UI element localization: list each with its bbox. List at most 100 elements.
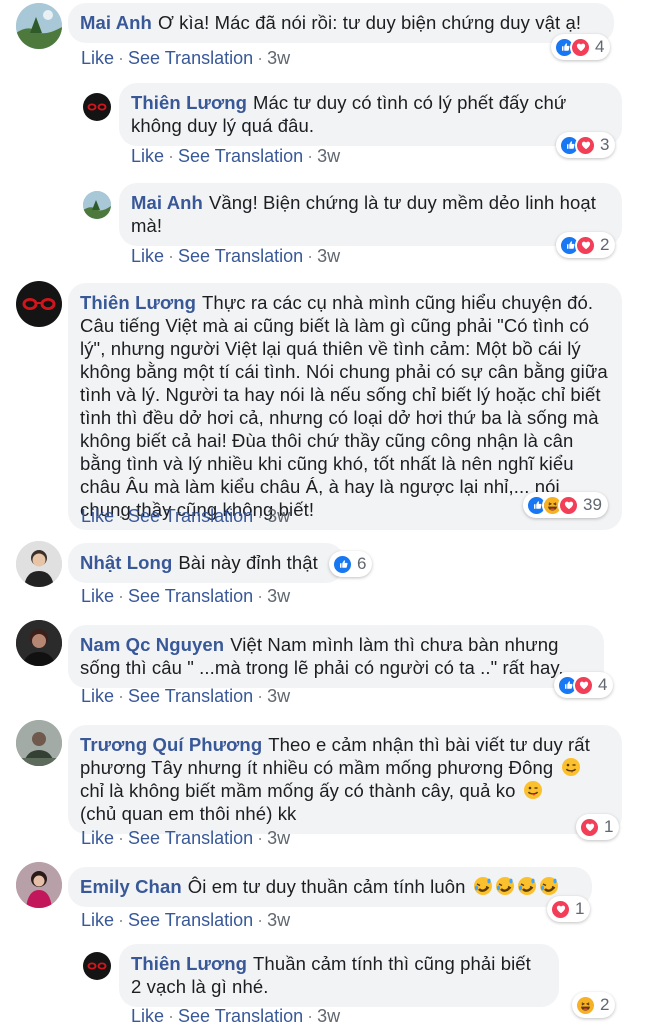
comment-text: Ơ kìa! Mác đã nói rồi: tư duy biện chứng… <box>157 12 582 33</box>
reaction-count: 1 <box>575 899 585 918</box>
like-button[interactable]: Like <box>81 828 114 848</box>
comment-author[interactable]: Thiên Lương <box>131 953 247 974</box>
comment-actions: Like · See Translation · 3w <box>81 828 291 848</box>
avatar[interactable] <box>16 3 62 49</box>
timestamp[interactable]: 3w <box>267 910 290 930</box>
comment-actions: Like · See Translation · 3w <box>81 586 291 606</box>
comment-bubble: Mai Anh Ơ kìa! Mác đã nói rồi: tư duy biệ… <box>68 3 614 43</box>
reaction-count: 4 <box>595 37 605 56</box>
avatar[interactable] <box>83 952 111 980</box>
rolling-on-floor-laughing-emoji-icon <box>517 876 537 896</box>
reaction-count: 3 <box>600 135 610 154</box>
comment-author[interactable]: Thiên Lương <box>131 92 247 113</box>
avatar[interactable] <box>16 541 62 587</box>
comment-author[interactable]: Nhật Long <box>80 552 172 573</box>
like-button[interactable]: Like <box>81 506 114 526</box>
reaction-summary[interactable]: 1 <box>576 814 620 840</box>
timestamp[interactable]: 3w <box>317 246 340 266</box>
comment-author[interactable]: Trương Quí Phương <box>80 734 262 755</box>
timestamp[interactable]: 3w <box>317 1006 340 1026</box>
comment-actions: Like · See Translation · 3w <box>131 1006 341 1026</box>
timestamp[interactable]: 3w <box>267 686 290 706</box>
like-button[interactable]: Like <box>131 1006 164 1026</box>
comment-bubble: Thiên Lương Thuần cảm tính thì cũng phải … <box>119 944 559 1007</box>
comment-actions: Like · See Translation · 3w <box>131 246 341 266</box>
like-button[interactable]: Like <box>81 586 114 606</box>
avatar[interactable] <box>16 281 62 327</box>
reaction-count: 4 <box>598 675 608 694</box>
like-reaction-icon <box>332 553 353 575</box>
comment-text: chỉ là không biết mầm mống ấy có thành c… <box>80 780 516 801</box>
reaction-count: 1 <box>604 817 614 836</box>
see-translation-link[interactable]: See Translation <box>128 48 253 68</box>
comment-text: (chủ quan em thôi nhé) kk <box>80 803 297 824</box>
comment-text: Bài này đỉnh thật <box>178 552 318 573</box>
see-translation-link[interactable]: See Translation <box>128 828 253 848</box>
see-translation-link[interactable]: See Translation <box>178 1006 303 1026</box>
love-reaction-icon <box>550 898 571 920</box>
timestamp[interactable]: 3w <box>267 506 290 526</box>
comment-bubble: Emily Chan Ôi em tư duy thuần cảm tính lu… <box>68 867 592 907</box>
comment-bubble: Mai Anh Vầng! Biện chứng là tư duy mềm dẻ… <box>119 183 622 246</box>
reaction-summary[interactable]: 39 <box>523 492 608 518</box>
comment-bubble: Thiên Lương Mác tư duy có tình có lý phết… <box>119 83 622 146</box>
reaction-summary[interactable]: 6 <box>329 551 373 577</box>
comment-author[interactable]: Thiên Lương <box>80 292 196 313</box>
like-button[interactable]: Like <box>81 48 114 68</box>
avatar[interactable] <box>16 620 62 666</box>
reaction-summary[interactable]: 4 <box>551 34 611 60</box>
see-translation-link[interactable]: See Translation <box>128 910 253 930</box>
reaction-summary[interactable]: 3 <box>556 132 616 158</box>
comment-actions: Like · See Translation · 3w <box>131 146 341 166</box>
comment-actions: Like · See Translation · 3w <box>81 48 291 68</box>
love-reaction-icon <box>575 134 596 156</box>
comment-author[interactable]: Emily Chan <box>80 876 182 897</box>
timestamp[interactable]: 3w <box>267 586 290 606</box>
love-reaction-icon <box>558 494 579 516</box>
comment-actions: Like · See Translation · 3w <box>81 686 291 706</box>
haha-reaction-icon <box>575 994 596 1016</box>
comment-author[interactable]: Mai Anh <box>80 12 152 33</box>
reaction-summary[interactable]: 1 <box>547 896 591 922</box>
rolling-on-floor-laughing-emoji-icon <box>539 876 559 896</box>
reaction-count: 2 <box>600 235 610 254</box>
love-reaction-icon <box>570 36 591 58</box>
see-translation-link[interactable]: See Translation <box>178 246 303 266</box>
timestamp[interactable]: 3w <box>267 828 290 848</box>
see-translation-link[interactable]: See Translation <box>178 146 303 166</box>
comment-text: Ôi em tư duy thuần cảm tính luôn <box>187 876 466 897</box>
reaction-count: 6 <box>357 554 367 573</box>
avatar[interactable] <box>83 93 111 121</box>
reaction-summary[interactable]: 4 <box>554 672 614 698</box>
rolling-on-floor-laughing-emoji-icon <box>495 876 515 896</box>
comment-bubble: Nam Qc Nguyen Việt Nam mình làm thì chưa … <box>68 625 604 688</box>
winking-face-emoji-icon <box>561 757 581 777</box>
like-button[interactable]: Like <box>131 146 164 166</box>
like-button[interactable]: Like <box>81 686 114 706</box>
comment-actions: Like · See Translation · 3w <box>81 910 291 930</box>
see-translation-link[interactable]: See Translation <box>128 686 253 706</box>
winking-face-emoji-icon <box>523 780 543 800</box>
see-translation-link[interactable]: See Translation <box>128 506 253 526</box>
love-reaction-icon <box>573 674 594 696</box>
comment-text: Thực ra các cụ nhà mình cũng hiểu chuyện… <box>80 292 608 520</box>
comment-author[interactable]: Mai Anh <box>131 192 203 213</box>
comment-bubble: Nhật Long Bài này đỉnh thật <box>68 543 344 583</box>
love-reaction-icon <box>579 816 600 838</box>
timestamp[interactable]: 3w <box>317 146 340 166</box>
like-button[interactable]: Like <box>131 246 164 266</box>
comment-actions: Like · See Translation · 3w <box>81 506 291 526</box>
avatar[interactable] <box>83 191 111 219</box>
avatar[interactable] <box>16 720 62 766</box>
reaction-summary[interactable]: 2 <box>572 992 616 1018</box>
reaction-count: 2 <box>600 995 610 1014</box>
reaction-summary[interactable]: 2 <box>556 232 616 258</box>
like-button[interactable]: Like <box>81 910 114 930</box>
rolling-on-floor-laughing-emoji-icon <box>473 876 493 896</box>
timestamp[interactable]: 3w <box>267 48 290 68</box>
reaction-count: 39 <box>583 495 602 514</box>
comment-author[interactable]: Nam Qc Nguyen <box>80 634 224 655</box>
love-reaction-icon <box>575 234 596 256</box>
avatar[interactable] <box>16 862 62 908</box>
see-translation-link[interactable]: See Translation <box>128 586 253 606</box>
